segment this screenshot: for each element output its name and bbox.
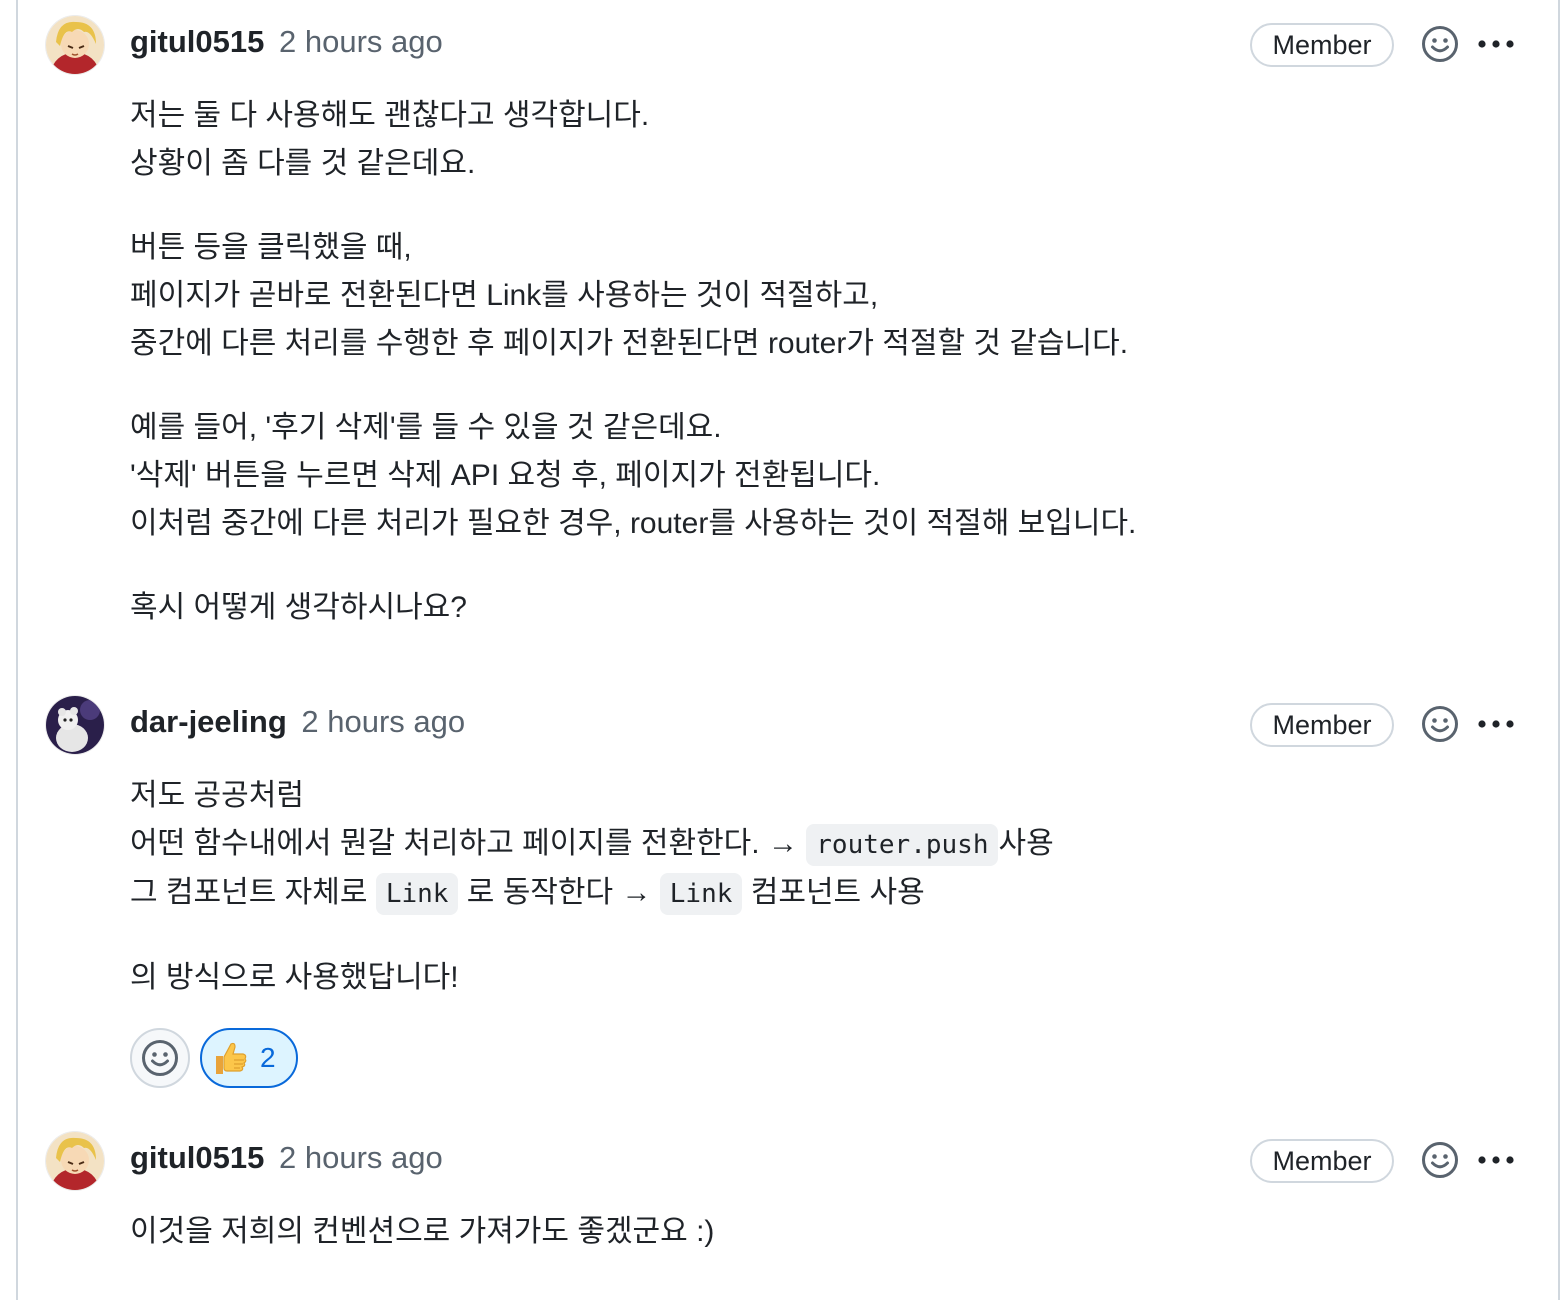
text-span: 사용 [998,827,1054,860]
text-span: 그 컴포넌트 자체로 [130,876,376,909]
comment-paragraph-line: 그 컴포넌트 자체로 Link 로 동작한다 → Link 컴포넌트 사용 [130,869,1054,918]
comment-header: gitul0515 2 hours ago [130,22,443,62]
author-name[interactable]: gitul0515 [130,24,264,59]
comment-body: 저는 둘 다 사용해도 괜찮다고 생각합니다. 상황이 좀 다를 것 같은데요.… [130,92,1136,632]
comment-paragraph-line: 이것을 저희의 컨벤션으로 가져가도 좋겠군요 :) [130,1215,715,1248]
timestamp[interactable]: 2 hours ago [301,704,465,739]
text-span: 컴포넌트 사용 [742,876,925,909]
comment-paragraph-line: 예를 들어, '후기 삭제'를 들 수 있을 것 같은데요. [130,411,722,444]
avatar[interactable] [46,696,104,754]
comment-paragraph-line: 저도 공공처럼 [130,779,304,812]
comment-paragraph-line: 어떤 함수내에서 뭔갈 처리하고 페이지를 전환한다. → router.pus… [130,820,1054,869]
thumbs-up-emoji [216,1042,247,1074]
more-options-button[interactable] [1474,24,1518,64]
smiley-icon [142,1040,178,1076]
timestamp[interactable]: 2 hours ago [279,1140,443,1175]
comment-paragraph-line: 혹시 어떻게 생각하시나요? [130,591,467,624]
add-reaction-button[interactable] [130,1028,190,1088]
comment-paragraph-line: 상황이 좀 다를 것 같은데요. [130,147,476,180]
add-reaction-button[interactable] [1420,1140,1460,1180]
timestamp[interactable]: 2 hours ago [279,24,443,59]
add-reaction-button[interactable] [1420,24,1460,64]
smiley-icon [1422,26,1458,62]
thumbs-up-reaction[interactable]: 2 [200,1028,298,1088]
comment-paragraph-line: 중간에 다른 처리를 수행한 후 페이지가 전환된다면 router가 적절할 … [130,327,1129,360]
inline-code: router.push [806,824,999,866]
kebab-horizontal-icon [1478,40,1514,48]
smiley-icon [1422,1142,1458,1178]
inline-code: Link [659,873,743,915]
add-reaction-button[interactable] [1420,704,1460,744]
avatar[interactable] [46,16,104,74]
comment-header: gitul0515 2 hours ago [130,1138,443,1178]
comment-paragraph-line: 이처럼 중간에 다른 처리가 필요한 경우, router를 사용하는 것이 적… [130,507,1137,540]
author-name[interactable]: dar-jeeling [130,704,287,739]
kebab-horizontal-icon [1478,1156,1514,1164]
avatar[interactable] [46,1132,104,1190]
author-name[interactable]: gitul0515 [130,1140,264,1175]
text-span: 어떤 함수내에서 뭔갈 처리하고 페이지를 전환한다. → [130,827,807,860]
member-badge: Member [1250,703,1394,747]
member-badge: Member [1250,1139,1394,1183]
more-options-button[interactable] [1474,704,1518,744]
comment-paragraph-line: 버튼 등을 클릭했을 때, [130,231,412,264]
kebab-horizontal-icon [1478,720,1514,728]
comment-header: dar-jeeling 2 hours ago [130,702,465,742]
discussion-thread: gitul0515 2 hours ago Member 저는 둘 다 사용해도… [16,0,1560,1300]
comment-paragraph-line: 저는 둘 다 사용해도 괜찮다고 생각합니다. [130,99,650,132]
reaction-count: 2 [260,1042,276,1073]
more-options-button[interactable] [1474,1140,1518,1180]
inline-code: Link [375,873,459,915]
smiley-icon [1422,706,1458,742]
comment-paragraph-line: 페이지가 곧바로 전환된다면 Link를 사용하는 것이 적절하고, [130,279,879,312]
member-badge: Member [1250,23,1394,67]
comment-body: 저도 공공처럼 어떤 함수내에서 뭔갈 처리하고 페이지를 전환한다. → ro… [130,772,1054,1002]
comment-paragraph-line: '삭제' 버튼을 누르면 삭제 API 요청 후, 페이지가 전환됩니다. [130,459,881,492]
comment-paragraph-line: 의 방식으로 사용했답니다! [130,961,459,994]
text-span: 로 동작한다 → [458,876,660,909]
comment-body: 이것을 저희의 컨벤션으로 가져가도 좋겠군요 :) [130,1208,714,1256]
